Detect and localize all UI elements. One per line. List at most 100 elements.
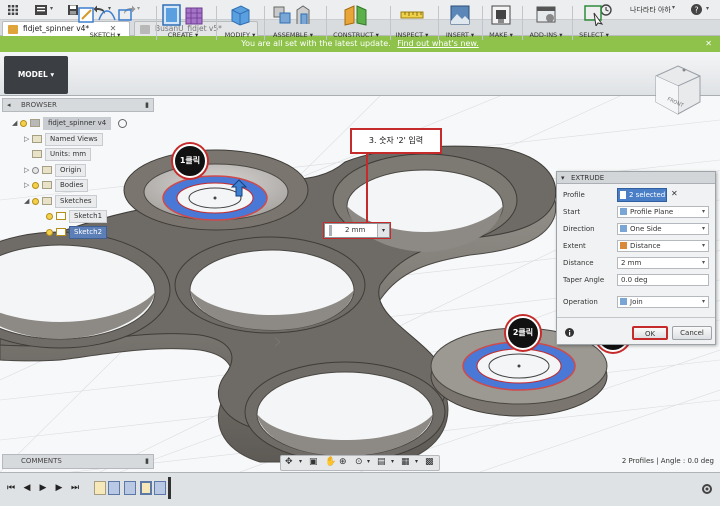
expand-triangle-icon[interactable]: ▷ (24, 133, 32, 146)
inspect-menu[interactable]: INSPECT ▾ (392, 4, 432, 42)
visibility-bulb-icon[interactable] (46, 228, 53, 236)
browser-root[interactable]: ◢ fidjet_spinner v4 (12, 117, 127, 130)
make-menu[interactable]: MAKE ▾ (484, 4, 518, 42)
expand-triangle-icon[interactable]: ◢ (12, 117, 20, 130)
distance-field[interactable]: 2 mm ▾ (617, 257, 709, 269)
chevron-down-icon[interactable]: ▾ (377, 224, 389, 237)
expand-triangle-icon[interactable]: ▷ (24, 179, 32, 192)
start-select[interactable]: Profile Plane ▾ (617, 206, 709, 218)
workspace-switcher[interactable]: MODEL ▾ (4, 56, 68, 94)
grid-icon[interactable] (8, 5, 18, 15)
activate-radio-icon[interactable] (117, 118, 127, 128)
timeline-current-feature-icon[interactable] (154, 481, 166, 495)
redo-menu-arrow-icon[interactable]: ▾ (137, 5, 140, 12)
step-forward-icon[interactable]: ▶ (54, 482, 64, 494)
visibility-bulb-icon[interactable] (32, 166, 39, 174)
one-side-icon (620, 225, 627, 232)
chevron-down-icon[interactable]: ▾ (367, 458, 370, 465)
step-back-icon[interactable]: ◀ (22, 482, 32, 494)
direction-select[interactable]: One Side ▾ (617, 223, 709, 235)
look-at-icon[interactable]: ▣ (309, 457, 318, 467)
expand-triangle-icon[interactable]: ◢ (24, 195, 32, 208)
sketch-menu[interactable]: SKETCH ▾ (74, 4, 136, 42)
create-menu[interactable]: CREATE ▾ (158, 4, 208, 42)
select-icon (584, 5, 604, 26)
add-ins-menu[interactable]: ADD-INS ▾ (524, 4, 568, 42)
taper-angle-field[interactable]: 0.0 deg (617, 274, 709, 286)
browser-item-named-views[interactable]: ▷ Named Views (24, 133, 103, 146)
visibility-bulb-icon[interactable] (20, 119, 27, 127)
user-menu-arrow-icon[interactable]: ▾ (672, 4, 675, 11)
browser-item-sketch1[interactable]: Sketch1 (46, 210, 108, 223)
viewports-icon[interactable]: ▩ (425, 457, 434, 467)
chevron-down-icon: ▾ (701, 298, 705, 305)
construct-menu[interactable]: CONSTRUCT ▾ (330, 4, 382, 42)
chevron-down-icon[interactable]: ▾ (415, 458, 418, 465)
pan-icon[interactable]: ✋ (325, 457, 336, 467)
go-to-start-icon[interactable]: ⏮ (6, 482, 16, 494)
toolbar-divider (326, 6, 327, 40)
help-menu-arrow-icon[interactable]: ▾ (706, 5, 709, 12)
display-settings-icon[interactable]: ▤ (377, 457, 386, 467)
clear-selection-icon[interactable]: ✕ (671, 189, 678, 198)
help-icon[interactable]: ? (690, 3, 703, 16)
info-icon[interactable] (565, 328, 574, 337)
timeline-marker[interactable] (168, 477, 171, 499)
toolbar (0, 52, 720, 96)
select-menu[interactable]: SELECT ▾ (574, 4, 614, 42)
profile-selection-button[interactable]: 2 selected (617, 188, 667, 202)
go-to-end-icon[interactable]: ⏭ (70, 482, 80, 494)
distance-manipulator-input[interactable]: 2 mm ▾ (324, 223, 390, 238)
browser-item-units[interactable]: Units: mm (24, 148, 92, 161)
units-icon (32, 150, 42, 158)
insert-menu[interactable]: INSERT ▾ (442, 4, 478, 42)
make-label: MAKE ▾ (489, 31, 513, 39)
assemble-menu[interactable]: ASSEMBLE ▾ (268, 4, 318, 42)
comments-panel[interactable]: COMMENTS ▮ (2, 454, 154, 469)
modify-menu[interactable]: MODIFY ▾ (220, 4, 260, 42)
ok-button[interactable]: OK (632, 326, 668, 340)
expand-triangle-icon[interactable]: ▷ (24, 164, 32, 177)
collapse-icon[interactable]: ◂ (7, 99, 11, 111)
timeline-sketch1-icon[interactable] (94, 481, 106, 495)
play-icon[interactable]: ▶ (38, 482, 48, 494)
file-menu-arrow-icon[interactable]: ▾ (50, 5, 53, 12)
settings-icon[interactable] (700, 482, 714, 496)
browser-item-sketch2[interactable]: Sketch2 (46, 226, 108, 239)
viewcube[interactable]: FRONT (650, 62, 706, 118)
orbit-icon[interactable]: ✥ (285, 457, 293, 467)
timeline-extrude-icon[interactable] (108, 481, 120, 495)
start-value: Profile Plane (630, 208, 674, 216)
chevron-down-icon[interactable]: ▾ (391, 458, 394, 465)
extent-select[interactable]: Distance ▾ (617, 240, 709, 252)
close-icon[interactable]: ✕ (705, 36, 712, 52)
zoom-icon[interactable]: ⊕ (339, 457, 347, 467)
visibility-bulb-icon[interactable] (32, 181, 39, 189)
pin-icon[interactable]: ▮ (145, 99, 149, 111)
browser-item-bodies[interactable]: ▷ Bodies (24, 179, 89, 192)
profile-selection-1[interactable] (162, 175, 268, 221)
visibility-bulb-icon[interactable] (32, 197, 39, 205)
timeline-feature-icon[interactable] (124, 481, 136, 495)
collapse-icon[interactable]: ▾ (561, 172, 565, 184)
browser-panel-header[interactable]: ◂ BROWSER ▮ (2, 98, 154, 112)
chevron-down-icon[interactable]: ▾ (299, 458, 302, 465)
timeline-sketch2-icon[interactable] (140, 481, 152, 495)
browser-item-sketches[interactable]: ◢ Sketches (24, 195, 97, 208)
cancel-button[interactable]: Cancel (672, 326, 712, 340)
fit-icon[interactable]: ⊙ (355, 457, 363, 467)
extrude-dialog-header[interactable]: ▾ EXTRUDE (557, 172, 715, 184)
browser-item-origin[interactable]: ▷ Origin (24, 164, 87, 177)
visibility-bulb-icon[interactable] (46, 212, 53, 220)
grid-settings-icon[interactable]: ▦ (401, 457, 410, 467)
input-grip-icon (329, 225, 332, 236)
spinner-body[interactable] (0, 145, 557, 463)
file-icon[interactable] (34, 4, 48, 16)
user-name[interactable]: 나다라타 아하 (630, 5, 671, 15)
comments-label: COMMENTS (21, 457, 62, 465)
document-icon (8, 25, 18, 34)
svg-text:?: ? (694, 6, 698, 15)
expand-icon[interactable]: ▮ (145, 455, 149, 468)
home-view-icon[interactable] (682, 68, 686, 72)
operation-select[interactable]: Join ▾ (617, 296, 709, 308)
